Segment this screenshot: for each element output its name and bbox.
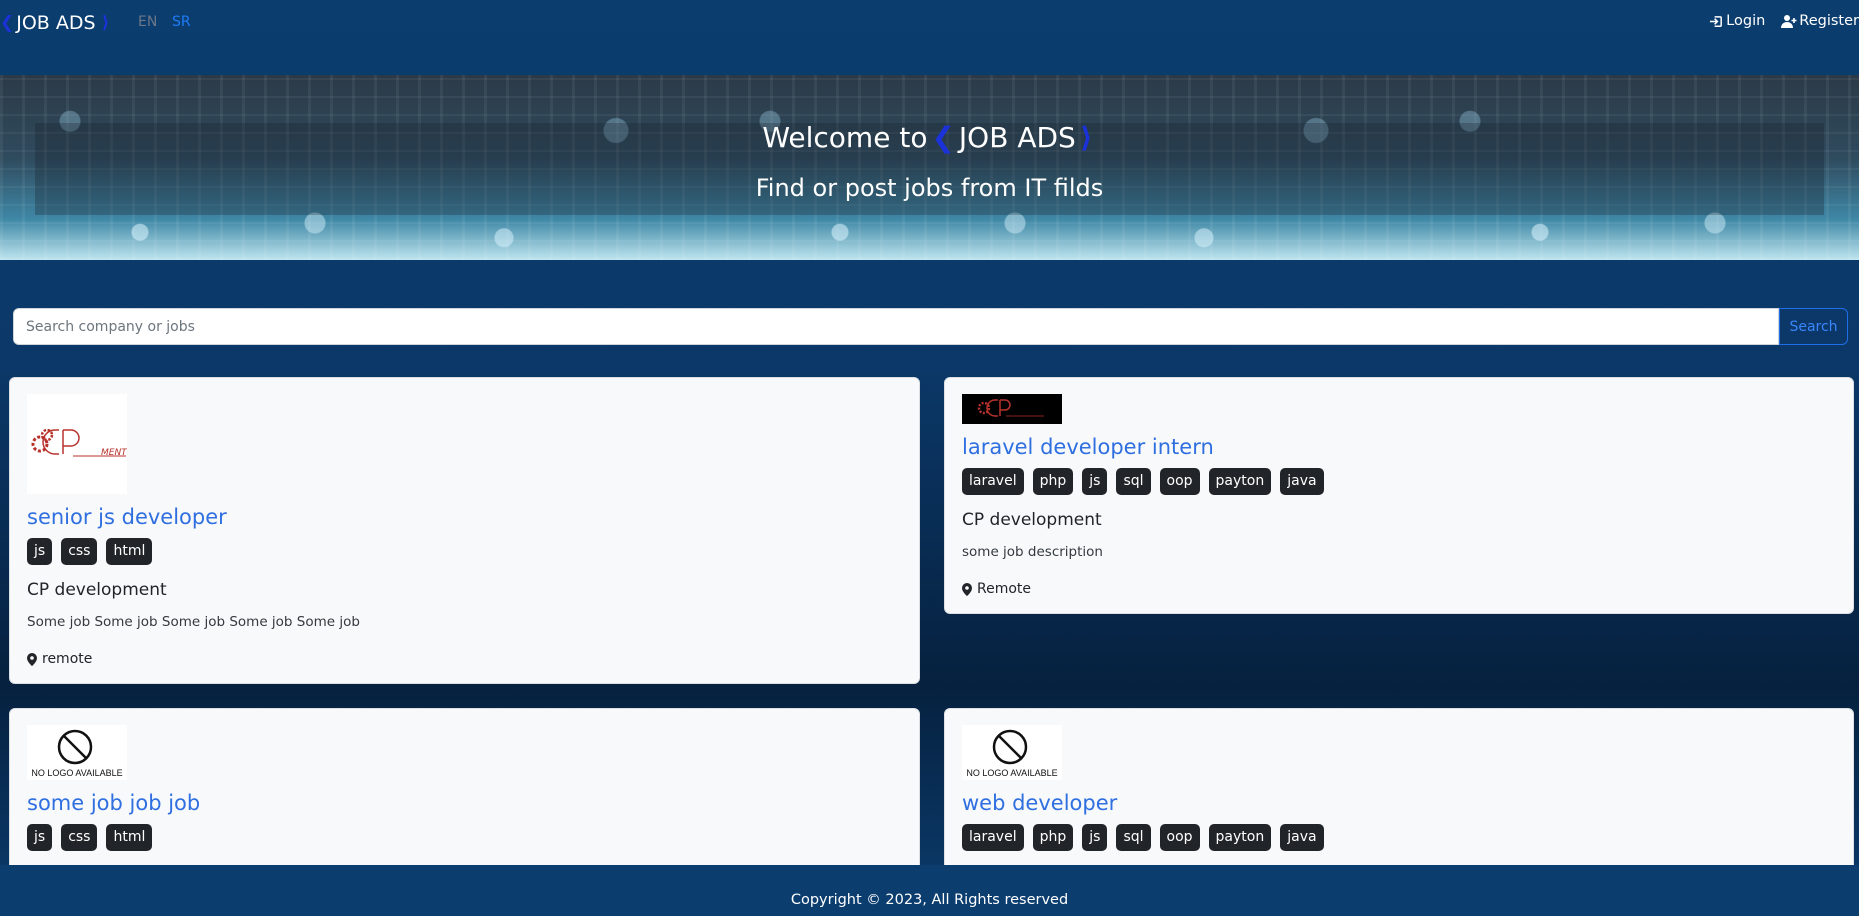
register-link[interactable]: Register [1781,13,1859,29]
footer: Copyright © 2023, All Rights reserved [0,865,1859,916]
job-card: MENT senior js developer js css html CP … [9,377,920,684]
company-logo [962,394,1062,424]
cp-logo-icon: MENT [31,428,128,458]
hero-title-brand: JOB ADS [958,121,1076,154]
login-icon [1710,15,1723,27]
tag: html [106,538,153,565]
tag-list: laravel php js sql oop payton java [962,468,1836,495]
map-pin-icon [27,652,37,666]
tag-list: laravel php js sql oop payton java [962,824,1836,851]
logo-text: MENT [101,448,127,458]
no-logo-icon: NO LOGO AVAILABLE [31,729,123,778]
tag: html [106,824,153,851]
job-location: Remote [962,581,1836,597]
tag: css [61,538,98,565]
job-title-link[interactable]: some job job job [27,790,902,816]
tag: oop [1159,824,1200,851]
company-name: CP development [27,580,167,600]
job-title-link[interactable]: web developer [962,790,1836,816]
tag: java [1280,824,1324,851]
hero-title-prefix: Welcome to [762,121,928,154]
tag: java [1280,468,1324,495]
nav-auth-links: Login Register [1709,13,1859,29]
cp-logo-icon [977,399,1044,417]
tag: php [1032,468,1074,495]
company-logo: NO LOGO AVAILABLE [962,725,1062,780]
job-title-link[interactable]: laravel developer intern [962,434,1836,460]
no-logo-text: NO LOGO AVAILABLE [966,768,1057,778]
tag: payton [1208,824,1272,851]
login-link[interactable]: Login [1709,13,1765,29]
brand-left-bracket: ❮ [0,13,15,33]
map-pin-icon [962,582,972,596]
lang-en-link[interactable]: EN [138,14,157,30]
hero-left-bracket: ❮ [931,121,955,154]
job-title-link[interactable]: senior js developer [27,504,902,530]
location-text: remote [42,651,93,667]
search-input[interactable] [13,308,1779,345]
company-logo: MENT [27,394,128,494]
tag: sql [1116,468,1151,495]
search-button[interactable]: Search [1779,308,1848,345]
tag: js [27,538,53,565]
brand-text: JOB ADS [16,12,96,34]
tag: js [27,824,53,851]
tag: js [1082,468,1108,495]
no-logo-text: NO LOGO AVAILABLE [31,768,122,778]
register-label: Register [1799,13,1859,29]
no-logo-icon: NO LOGO AVAILABLE [966,729,1058,778]
tag-list: js css html [27,824,902,851]
navbar: ❮ JOB ADS ⟩ EN SR Login Register [0,0,1859,46]
login-label: Login [1726,13,1766,29]
lang-sr-link[interactable]: SR [172,14,191,30]
tag: sql [1116,824,1151,851]
hero-subtitle: Find or post jobs from IT filds [755,174,1104,202]
tag: laravel [962,468,1024,495]
brand-right-bracket: ⟩ [101,13,110,33]
hero-title: Welcome to ❮ JOB ADS ⟩ [0,121,1859,154]
tag-list: js css html [27,538,902,565]
tag: js [1082,824,1108,851]
tag: payton [1208,468,1272,495]
tag: laravel [962,824,1024,851]
copyright-text: Copyright © 2023, All Rights reserved [790,892,1069,908]
company-name: CP development [962,510,1102,530]
job-description: Some job Some job Some job Some job Some… [27,614,360,630]
location-text: Remote [977,581,1032,597]
brand-logo-link[interactable]: ❮ JOB ADS ⟩ [0,11,109,35]
hero-right-bracket: ⟩ [1079,121,1093,154]
search-form: Search [13,308,1848,345]
tag: php [1032,824,1074,851]
tag: oop [1159,468,1200,495]
tag: css [61,824,98,851]
job-description: some job description [962,544,1103,560]
user-plus-icon [1781,14,1797,28]
company-logo: NO LOGO AVAILABLE [27,725,127,780]
job-card: laravel developer intern laravel php js … [944,377,1854,614]
hero-banner: Welcome to ❮ JOB ADS ⟩ Find or post jobs… [0,75,1859,260]
job-location: remote [27,651,902,667]
